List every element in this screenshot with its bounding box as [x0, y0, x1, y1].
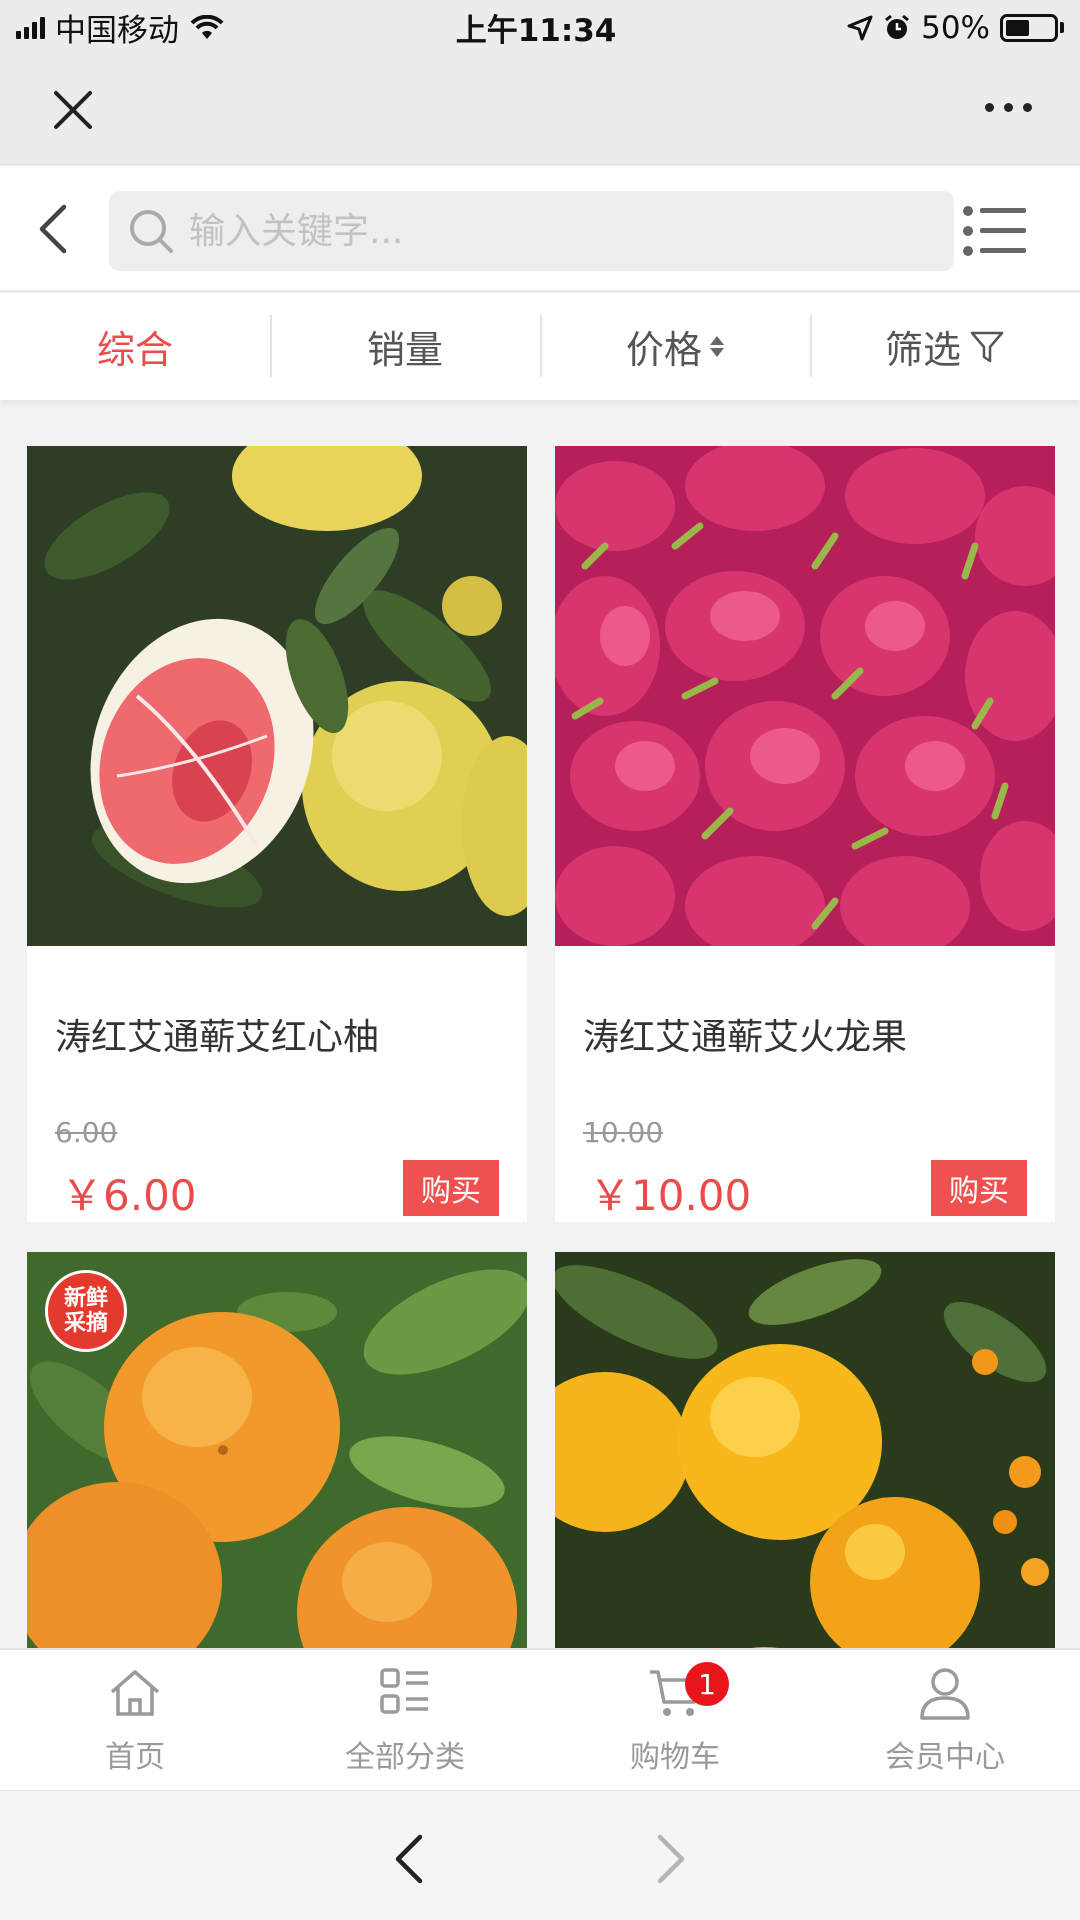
close-icon[interactable]	[48, 85, 98, 135]
location-icon	[847, 15, 873, 40]
search-header	[0, 166, 1080, 292]
tab-label: 价格	[625, 328, 702, 372]
tab-cart[interactable]: 购物车 1	[540, 1650, 810, 1790]
signal-icon	[16, 16, 45, 39]
tab-categories[interactable]: 全部分类	[270, 1650, 540, 1790]
fresh-badge: 新鲜 采摘	[45, 1270, 127, 1352]
product-price: ￥6.00	[61, 1171, 197, 1220]
product-grid: 涛红艾通蕲艾红心柚 6.00 ￥6.00 购买 涛红艾通蕲艾火龙果 10.00 …	[0, 418, 1080, 1648]
cart-count-badge: 1	[685, 1662, 729, 1706]
tab-label: 筛选	[884, 328, 961, 372]
badge-line: 采摘	[63, 1311, 108, 1336]
product-image[interactable]	[555, 446, 1055, 946]
tab-member[interactable]: 会员中心	[810, 1650, 1080, 1790]
search-icon	[130, 210, 173, 253]
tab-label: 全部分类	[345, 1740, 465, 1775]
nav-forward-icon[interactable]	[646, 1831, 694, 1887]
tab-comprehensive[interactable]: 综合	[0, 293, 270, 400]
tab-label: 销量	[366, 328, 443, 372]
original-price: 10.00	[583, 1116, 664, 1149]
product-image[interactable]: 新鲜 采摘	[27, 1252, 527, 1648]
nav-back-icon[interactable]	[386, 1831, 434, 1887]
buy-button[interactable]: 购买	[403, 1160, 499, 1216]
user-icon	[920, 1668, 970, 1720]
battery-percent: 50%	[921, 9, 990, 46]
tab-label: 首页	[105, 1740, 165, 1775]
product-card[interactable]: 涛红艾通蕲艾火龙果 10.00 ￥10.00 购买	[555, 446, 1055, 1222]
tab-price[interactable]: 价格	[540, 293, 810, 400]
tab-label: 购物车	[630, 1740, 720, 1775]
product-card[interactable]: 涛红艾通蕲艾红心柚 6.00 ￥6.00 购买	[27, 446, 527, 1222]
product-card[interactable]	[555, 1252, 1055, 1648]
sort-arrows-icon	[710, 336, 724, 357]
filter-icon	[970, 331, 1004, 362]
wifi-icon	[190, 14, 224, 39]
more-icon[interactable]	[985, 103, 1032, 112]
sort-tabs: 综合 销量 价格 筛选	[0, 293, 1080, 400]
back-arrow-icon[interactable]	[30, 199, 80, 259]
product-image[interactable]	[27, 446, 527, 946]
list-view-icon[interactable]	[962, 204, 1028, 258]
tab-label: 会员中心	[885, 1740, 1005, 1775]
product-title[interactable]: 涛红艾通蕲艾火龙果	[583, 1008, 907, 1060]
original-price: 6.00	[55, 1116, 118, 1149]
tab-label: 综合	[96, 328, 173, 372]
alarm-icon	[885, 14, 910, 39]
home-icon	[110, 1670, 160, 1716]
browser-nav-bar	[0, 1790, 1080, 1920]
category-icon	[380, 1668, 428, 1714]
badge-line: 新鲜	[63, 1285, 108, 1311]
search-box[interactable]	[109, 191, 954, 271]
product-image[interactable]	[555, 1252, 1055, 1648]
buy-button[interactable]: 购买	[931, 1160, 1027, 1216]
product-title[interactable]: 涛红艾通蕲艾红心柚	[55, 1008, 379, 1060]
status-time: 上午11:34	[455, 13, 617, 49]
product-card[interactable]: 新鲜 采摘	[27, 1252, 527, 1648]
status-bar: 中国移动 上午11:34 50%	[0, 0, 1080, 55]
product-price: ￥10.00	[589, 1171, 752, 1220]
tab-sales[interactable]: 销量	[270, 293, 540, 400]
bottom-tab-bar: 首页 全部分类 购物车 1 会员中心	[0, 1648, 1080, 1790]
webview-top-bar	[0, 55, 1080, 165]
tab-home[interactable]: 首页	[0, 1650, 270, 1790]
battery-icon	[1000, 13, 1064, 42]
carrier-label: 中国移动	[55, 13, 179, 49]
tab-filter[interactable]: 筛选	[810, 293, 1080, 400]
search-input[interactable]	[189, 210, 889, 252]
